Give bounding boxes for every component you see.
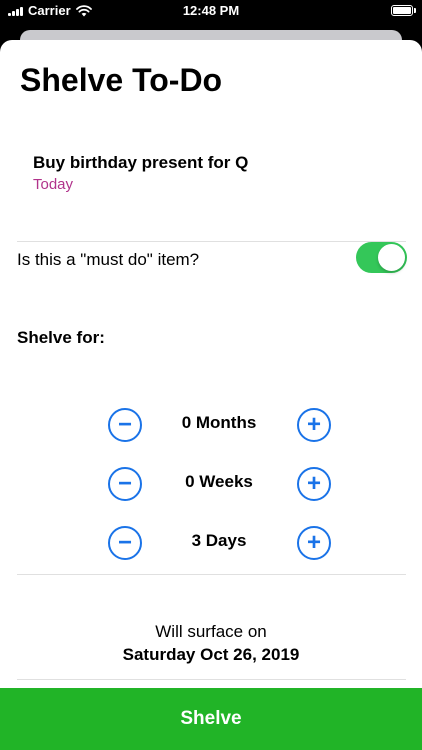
decrement-months-button[interactable]: −: [108, 408, 142, 442]
todo-date: Today: [33, 176, 74, 193]
surface-date: Saturday Oct 26, 2019: [122, 645, 300, 664]
shelve-for-label: Shelve for:: [17, 328, 105, 347]
toggle-knob: [378, 244, 405, 271]
divider: [17, 679, 406, 680]
must-do-toggle[interactable]: [356, 242, 407, 273]
increment-days-button[interactable]: +: [297, 526, 331, 560]
status-bar: Carrier 12:48 PM: [0, 0, 422, 22]
weeks-stepper: − 0 Weeks +: [0, 467, 422, 501]
divider: [17, 574, 406, 575]
decrement-days-button[interactable]: −: [108, 526, 142, 560]
page-title: Shelve To-Do: [20, 62, 223, 98]
days-stepper: − 3 Days +: [0, 526, 422, 560]
shelve-button[interactable]: Shelve: [0, 688, 422, 750]
weeks-value: 0 Weeks: [185, 472, 253, 491]
increment-weeks-button[interactable]: +: [297, 467, 331, 501]
battery-icon: [391, 5, 416, 16]
surface-label: Will surface on: [155, 622, 267, 641]
days-value: 3 Days: [191, 531, 247, 550]
decrement-weeks-button[interactable]: −: [108, 467, 142, 501]
months-stepper: − 0 Months +: [0, 408, 422, 442]
modal-sheet: [0, 40, 422, 750]
must-do-label: Is this a "must do" item?: [17, 250, 200, 269]
todo-name: Buy birthday present for Q: [33, 153, 249, 172]
status-time: 12:48 PM: [182, 3, 240, 18]
increment-months-button[interactable]: +: [297, 408, 331, 442]
months-value: 0 Months: [181, 413, 257, 432]
divider: [17, 241, 406, 242]
